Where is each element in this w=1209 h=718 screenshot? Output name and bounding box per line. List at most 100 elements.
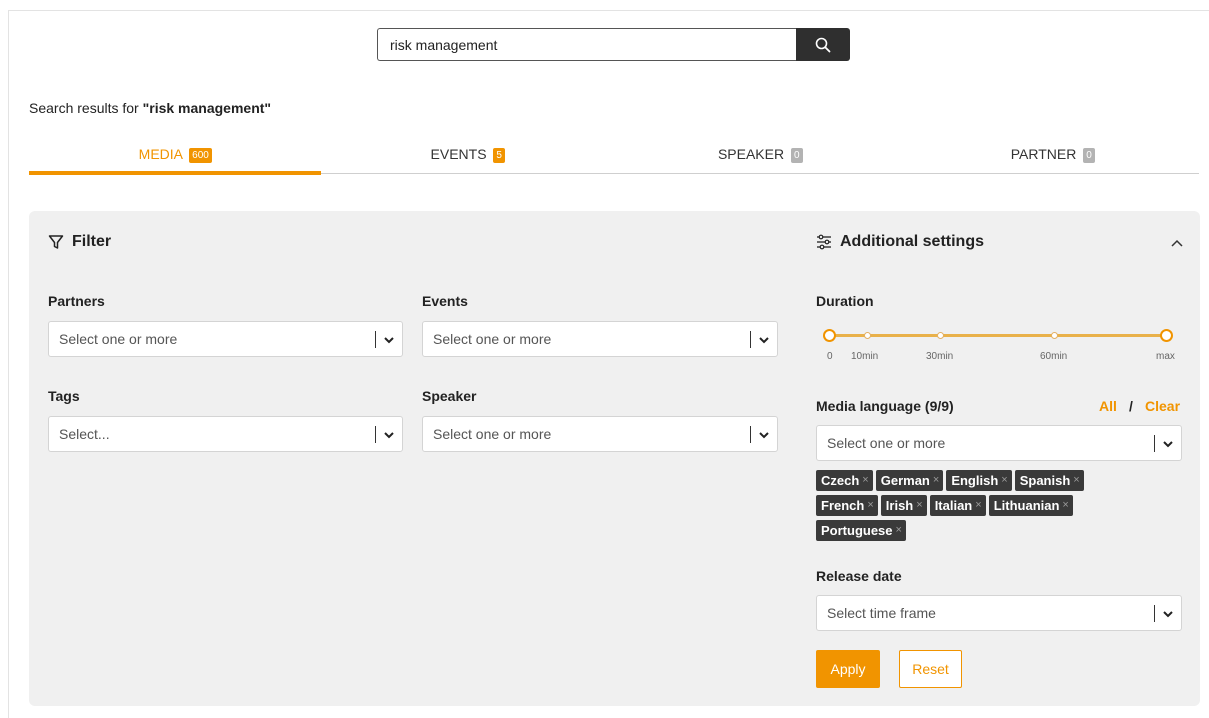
remove-tag-icon[interactable]: × [1001,470,1007,491]
results-prefix: Search results for [29,100,143,116]
tags-select[interactable]: Select... [48,416,403,452]
select-separator [1154,605,1155,622]
clear-link[interactable]: Clear [1145,398,1180,414]
duration-label: Duration [816,293,874,309]
select-separator [375,331,376,348]
remove-tag-icon[interactable]: × [916,495,922,516]
selected-languages: Czech × German × English × Spanish × French ×… [816,470,1136,541]
language-tag-label: Spanish [1019,473,1071,488]
tab-events-count: 5 [493,148,505,163]
duration-tick-label: 30min [926,351,954,362]
speaker-placeholder: Select one or more [433,426,552,442]
sliders-icon [817,234,831,250]
duration-tick-label: 0 [827,351,833,362]
partners-placeholder: Select one or more [59,331,178,347]
select-separator [1154,435,1155,452]
remove-tag-icon[interactable]: × [862,470,868,491]
partners-select[interactable]: Select one or more [48,321,403,357]
remove-tag-icon[interactable]: × [1073,470,1079,491]
filter-icon [48,235,64,249]
search-button[interactable] [796,28,850,61]
tab-speaker[interactable]: SPEAKER 0 [614,146,907,173]
chevron-down-icon [759,337,769,344]
language-tag-label: Irish [885,498,914,513]
duration-min-handle[interactable] [823,329,836,342]
remove-tag-icon[interactable]: × [933,470,939,491]
language-tag: Irish × [880,495,927,516]
language-tag: French × [816,495,878,516]
remove-tag-icon[interactable]: × [975,495,981,516]
select-all-link[interactable]: All [1099,398,1117,414]
release-date-placeholder: Select time frame [827,605,936,621]
search-icon [815,37,831,52]
reset-button[interactable]: Reset [899,650,962,688]
tab-partner-count: 0 [1083,148,1095,163]
speaker-select[interactable]: Select one or more [422,416,778,452]
filter-title-text: Filter [72,233,112,250]
release-date-select[interactable]: Select time frame [816,595,1182,631]
remove-tag-icon[interactable]: × [896,520,902,541]
apply-button[interactable]: Apply [816,650,880,688]
partners-label: Partners [48,293,105,309]
tags-placeholder: Select... [59,426,110,442]
link-separator: / [1129,398,1133,414]
results-query: "risk management" [142,100,272,116]
language-tag-label: French [821,498,865,513]
language-tag: Lithuanian × [988,495,1073,516]
media-language-placeholder: Select one or more [827,435,946,451]
tags-label: Tags [48,388,80,404]
additional-settings-text: Additional settings [840,233,984,250]
chevron-up-icon[interactable] [1170,238,1184,248]
media-language-label: Media language (9/9) [816,398,954,414]
media-language-select[interactable]: Select one or more [816,425,1182,461]
release-date-label: Release date [816,568,902,584]
duration-tick-label: 60min [1040,351,1068,362]
remove-tag-icon[interactable]: × [867,495,873,516]
select-separator [375,426,376,443]
result-tabs: MEDIA 600 EVENTS 5 SPEAKER 0 PARTNER 0 [29,146,1200,175]
duration-tick-label: max [1156,351,1175,362]
language-tag: Spanish × [1014,470,1084,491]
select-separator [750,331,751,348]
language-tag-label: Italian [934,498,973,513]
chevron-down-icon [384,337,394,344]
duration-tick [937,332,944,339]
events-select[interactable]: Select one or more [422,321,778,357]
tab-speaker-label: SPEAKER [717,146,785,162]
speaker-label: Speaker [422,388,477,404]
events-label: Events [422,293,468,309]
search-results-label: Search results for "risk management" [29,100,271,116]
duration-max-handle[interactable] [1160,329,1173,342]
language-tag-label: German [880,473,930,488]
tab-partner[interactable]: PARTNER 0 [907,146,1200,173]
duration-tick [864,332,871,339]
left-divider [8,10,9,718]
tab-partner-label: PARTNER [1010,146,1077,162]
language-tag: Portuguese × [816,520,906,541]
language-tag-label: English [951,473,999,488]
language-tag: English × [946,470,1012,491]
tab-media[interactable]: MEDIA 600 [29,146,322,175]
additional-settings-title: Additional settings [816,233,984,251]
duration-tick [1051,332,1058,339]
top-divider [8,10,1209,11]
search-input[interactable] [377,28,796,61]
chevron-down-icon [1163,441,1173,448]
language-tag: Italian × [929,495,986,516]
chevron-down-icon [1163,611,1173,618]
select-separator [750,426,751,443]
remove-tag-icon[interactable]: × [1062,495,1068,516]
tab-media-label: MEDIA [138,146,183,162]
filter-title: Filter [48,233,111,251]
duration-slider-track[interactable] [829,334,1167,337]
duration-tick-label: 10min [851,351,879,362]
language-tag-label: Portuguese [821,523,893,538]
tab-events[interactable]: EVENTS 5 [322,146,615,173]
language-tag-label: Czech [821,473,860,488]
events-placeholder: Select one or more [433,331,552,347]
chevron-down-icon [759,432,769,439]
tab-speaker-count: 0 [790,148,803,163]
tab-media-count: 600 [189,148,212,163]
language-tag: German × [875,470,944,491]
chevron-down-icon [384,432,394,439]
